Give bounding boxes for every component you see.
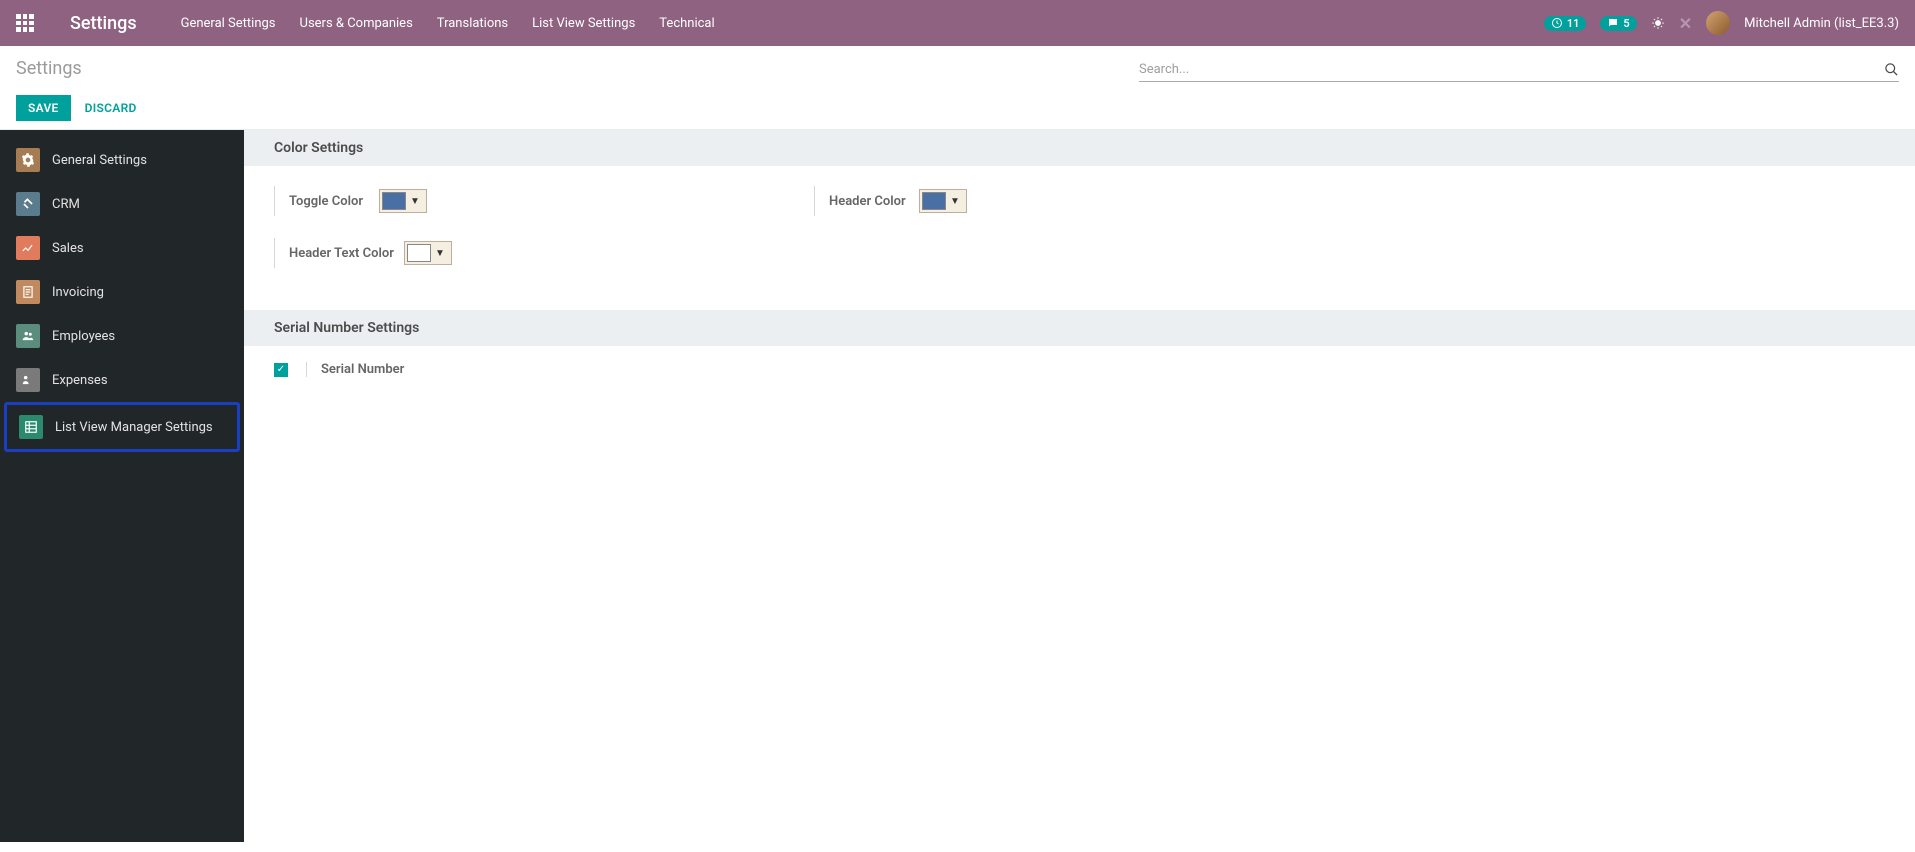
header-color-picker[interactable]: ▼ bbox=[919, 189, 967, 213]
chevron-down-icon: ▼ bbox=[431, 248, 449, 259]
document-icon bbox=[16, 280, 40, 304]
chevron-down-icon: ▼ bbox=[946, 196, 964, 207]
sidebar-item-label: Expenses bbox=[52, 373, 108, 388]
discard-button[interactable]: DISCARD bbox=[85, 101, 137, 115]
sidebar-item-label: List View Manager Settings bbox=[55, 420, 213, 435]
messages-count: 5 bbox=[1623, 17, 1629, 30]
apps-icon[interactable] bbox=[16, 14, 34, 32]
settings-content: Color Settings Toggle Color ▼ Header Tex… bbox=[244, 130, 1915, 842]
bug-icon bbox=[1651, 16, 1665, 30]
subheader-left: Settings SAVE DISCARD bbox=[16, 58, 137, 121]
breadcrumb: Settings bbox=[16, 58, 137, 79]
messages-badge[interactable]: 5 bbox=[1600, 16, 1636, 31]
settings-sidebar: General Settings CRM Sales Invoicing Emp… bbox=[0, 130, 244, 842]
brand-title: Settings bbox=[70, 13, 137, 34]
people-icon bbox=[16, 324, 40, 348]
sidebar-item-employees[interactable]: Employees bbox=[0, 314, 244, 358]
gear-icon bbox=[16, 148, 40, 172]
list-icon bbox=[19, 415, 43, 439]
chevron-down-icon: ▼ bbox=[406, 196, 424, 207]
sidebar-item-expenses[interactable]: Expenses bbox=[0, 358, 244, 402]
search-input[interactable] bbox=[1139, 62, 1876, 77]
subheader: Settings SAVE DISCARD bbox=[0, 46, 1915, 130]
sidebar-item-label: Sales bbox=[52, 241, 84, 256]
color-settings-body: Toggle Color ▼ Header Text Color ▼ H bbox=[244, 166, 1915, 310]
toggle-color-field: Toggle Color ▼ bbox=[274, 186, 714, 216]
activity-count: 11 bbox=[1567, 17, 1580, 30]
close-icon[interactable]: ✕ bbox=[1679, 14, 1692, 33]
sidebar-item-label: General Settings bbox=[52, 153, 147, 168]
serial-number-label: Serial Number bbox=[306, 362, 404, 377]
user-avatar[interactable] bbox=[1706, 11, 1730, 35]
header-text-color-swatch bbox=[407, 244, 431, 262]
chart-icon bbox=[16, 236, 40, 260]
serial-settings-header: Serial Number Settings bbox=[244, 310, 1915, 346]
header-text-color-label: Header Text Color bbox=[289, 246, 394, 261]
user-name[interactable]: Mitchell Admin (list_EE3.3) bbox=[1744, 16, 1899, 31]
nav-menu: General Settings Users & Companies Trans… bbox=[181, 16, 1544, 31]
debug-icon[interactable] bbox=[1651, 16, 1665, 30]
sidebar-item-crm[interactable]: CRM bbox=[0, 182, 244, 226]
sidebar-item-label: Invoicing bbox=[52, 285, 104, 300]
handshake-icon bbox=[16, 192, 40, 216]
top-navbar: Settings General Settings Users & Compan… bbox=[0, 0, 1915, 46]
serial-number-row: ✓ Serial Number bbox=[244, 346, 1915, 393]
nav-general-settings[interactable]: General Settings bbox=[181, 16, 276, 31]
toggle-color-swatch bbox=[382, 192, 406, 210]
money-icon bbox=[16, 368, 40, 392]
main-layout: General Settings CRM Sales Invoicing Emp… bbox=[0, 130, 1915, 842]
header-text-color-field: Header Text Color ▼ bbox=[274, 238, 714, 268]
sidebar-item-label: CRM bbox=[52, 197, 80, 212]
search-container bbox=[1139, 58, 1899, 82]
toggle-color-picker[interactable]: ▼ bbox=[379, 189, 427, 213]
search-icon[interactable] bbox=[1884, 62, 1899, 77]
activity-badge[interactable]: 11 bbox=[1544, 16, 1587, 31]
color-settings-header: Color Settings bbox=[244, 130, 1915, 166]
sidebar-item-sales[interactable]: Sales bbox=[0, 226, 244, 270]
chat-icon bbox=[1607, 17, 1619, 29]
header-text-color-picker[interactable]: ▼ bbox=[404, 241, 452, 265]
nav-technical[interactable]: Technical bbox=[659, 16, 714, 31]
save-button[interactable]: SAVE bbox=[16, 95, 71, 121]
sidebar-item-list-view-manager[interactable]: List View Manager Settings bbox=[4, 402, 240, 452]
sidebar-item-general-settings[interactable]: General Settings bbox=[0, 138, 244, 182]
nav-translations[interactable]: Translations bbox=[437, 16, 508, 31]
serial-number-checkbox[interactable]: ✓ bbox=[274, 363, 288, 377]
action-buttons: SAVE DISCARD bbox=[16, 95, 137, 121]
nav-users-companies[interactable]: Users & Companies bbox=[300, 16, 413, 31]
toggle-color-label: Toggle Color bbox=[289, 194, 369, 209]
header-color-swatch bbox=[922, 192, 946, 210]
sidebar-item-label: Employees bbox=[52, 329, 115, 344]
header-color-label: Header Color bbox=[829, 194, 909, 209]
nav-right: 11 5 ✕ Mitchell Admin (list_EE3.3) bbox=[1544, 11, 1899, 35]
clock-icon bbox=[1551, 17, 1563, 29]
nav-list-view-settings[interactable]: List View Settings bbox=[532, 16, 635, 31]
header-color-field: Header Color ▼ bbox=[814, 186, 967, 216]
sidebar-item-invoicing[interactable]: Invoicing bbox=[0, 270, 244, 314]
